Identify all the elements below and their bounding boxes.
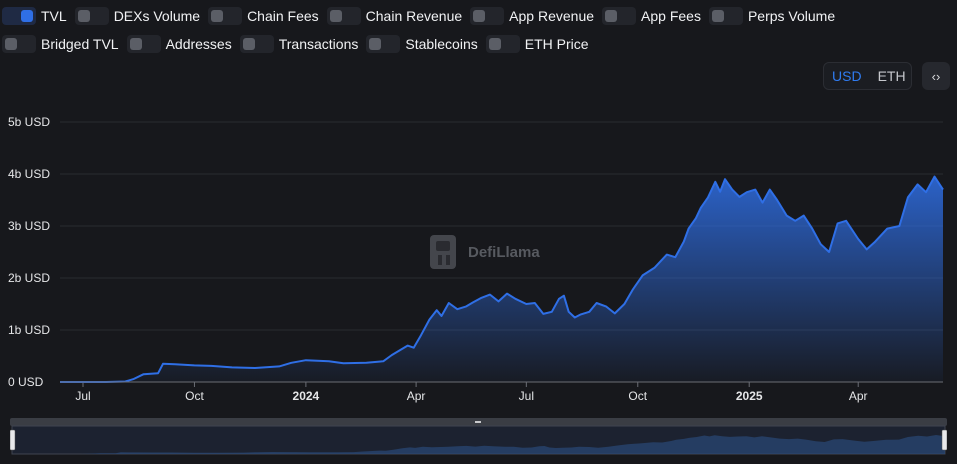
- currency-selector: USD ETH: [823, 62, 912, 90]
- toggle-app-fees[interactable]: App Fees: [602, 4, 701, 28]
- x-tick-label: Jul: [519, 389, 534, 403]
- toggle-knob: [5, 38, 17, 50]
- toggle-tvl[interactable]: TVL: [2, 4, 67, 28]
- toggle-bridged-tvl[interactable]: Bridged TVL: [2, 32, 119, 56]
- toggle-knob: [129, 38, 142, 50]
- toggle-switch[interactable]: [2, 35, 36, 53]
- toggle-eth-price[interactable]: ETH Price: [485, 32, 589, 56]
- toggle-knob: [211, 10, 224, 22]
- y-tick-label: 1b USD: [8, 323, 50, 337]
- x-tick-label: 2024: [293, 389, 320, 403]
- toggle-knob: [369, 38, 382, 50]
- currency-usd-option[interactable]: USD: [824, 63, 870, 89]
- toggle-switch[interactable]: [326, 7, 361, 25]
- toggle-label: DEXs Volume: [113, 8, 201, 24]
- toggle-label: ETH Price: [524, 36, 589, 52]
- toggle-label: Chain Fees: [247, 8, 319, 24]
- toggle-chain-fees[interactable]: Chain Fees: [208, 4, 319, 28]
- toggle-perps-volume[interactable]: Perps Volume: [708, 4, 836, 28]
- toggle-knob: [77, 10, 90, 22]
- toggle-switch[interactable]: [74, 7, 109, 25]
- toggle-transactions[interactable]: Transactions: [239, 32, 359, 56]
- code-icon: ‹›: [931, 68, 941, 84]
- toggle-switch[interactable]: [208, 7, 243, 25]
- x-tick-label: Jul: [75, 389, 90, 403]
- x-tick-label: Oct: [185, 389, 204, 403]
- defillama-logo-icon: [430, 235, 456, 269]
- toggle-switch[interactable]: [126, 35, 161, 53]
- y-tick-label: 0 USD: [8, 375, 44, 389]
- toggle-label: Chain Revenue: [365, 8, 463, 24]
- toggle-knob: [242, 38, 255, 50]
- toggle-label: Stablecoins: [405, 36, 478, 52]
- y-tick-label: 5b USD: [8, 115, 50, 129]
- y-tick-label: 4b USD: [8, 167, 50, 181]
- x-tick-label: 2025: [736, 389, 763, 403]
- toggle-label: Perps Volume: [747, 8, 836, 24]
- brush-left-handle[interactable]: [10, 429, 16, 451]
- toggle-label: Bridged TVL: [41, 36, 119, 52]
- toggle-knob: [329, 10, 342, 22]
- watermark: DefiLlama: [426, 233, 540, 271]
- y-tick-label: 2b USD: [8, 271, 50, 285]
- toggle-label: App Revenue: [509, 8, 595, 24]
- toggle-label: TVL: [41, 8, 67, 24]
- toggle-row-2: Bridged TVL Addresses Transactions Stableco…: [2, 32, 597, 56]
- toggle-knob: [605, 10, 618, 22]
- watermark-text: DefiLlama: [468, 243, 540, 261]
- toggle-switch[interactable]: [470, 7, 505, 25]
- toggle-dexs-volume[interactable]: DEXs Volume: [74, 4, 201, 28]
- toggle-knob: [473, 10, 486, 22]
- embed-button[interactable]: ‹›: [922, 62, 950, 90]
- x-tick-label: Apr: [407, 389, 426, 403]
- toggle-row-1: TVL DEXs Volume Chain Fees Chain Revenue App…: [2, 4, 843, 28]
- x-tick-label: Oct: [628, 389, 647, 403]
- toggle-app-revenue[interactable]: App Revenue: [470, 4, 594, 28]
- toggle-label: App Fees: [641, 8, 701, 24]
- toggle-switch[interactable]: [485, 35, 520, 53]
- toggle-chain-revenue[interactable]: Chain Revenue: [326, 4, 463, 28]
- tvl-area: [60, 176, 943, 382]
- toggle-switch[interactable]: [602, 7, 637, 25]
- toggle-switch[interactable]: [366, 35, 401, 53]
- toggle-knob: [488, 38, 501, 50]
- toggle-label: Transactions: [278, 36, 359, 52]
- brush-grip-icon: [475, 421, 481, 423]
- toggle-knob: [21, 10, 33, 22]
- y-tick-label: 3b USD: [8, 219, 50, 233]
- x-tick-label: Apr: [849, 389, 868, 403]
- toggle-addresses[interactable]: Addresses: [126, 32, 232, 56]
- currency-eth-option[interactable]: ETH: [870, 63, 914, 89]
- toggle-switch[interactable]: [708, 7, 743, 25]
- toggle-label: Addresses: [165, 36, 232, 52]
- toggle-stablecoins[interactable]: Stablecoins: [366, 32, 478, 56]
- toggle-knob: [711, 10, 724, 22]
- range-brush[interactable]: [10, 418, 947, 458]
- toggle-switch[interactable]: [2, 7, 36, 25]
- brush-right-handle[interactable]: [941, 429, 947, 451]
- toggle-switch[interactable]: [239, 35, 274, 53]
